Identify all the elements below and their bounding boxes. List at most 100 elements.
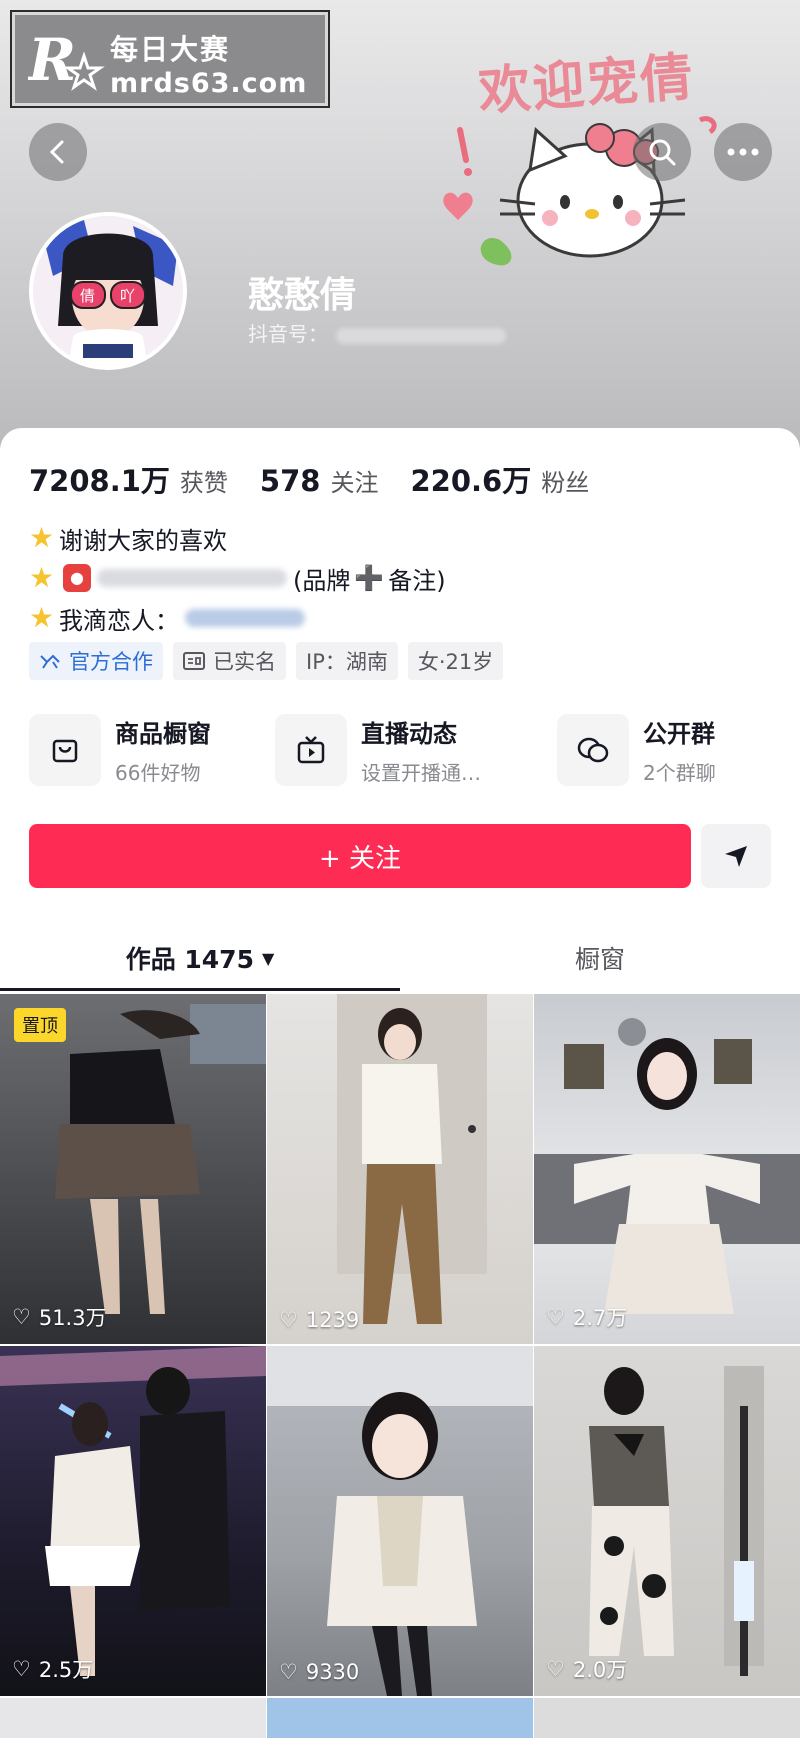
tag-label: 官方合作 <box>69 650 153 674</box>
follow-button[interactable]: + 关注 <box>29 824 691 888</box>
blurred-mention-link[interactable] <box>185 609 305 627</box>
bio-line-2: ★ ● (品牌 ➕ 备注) <box>29 558 446 598</box>
watermark: R 每日大赛 mrds63.com <box>10 10 330 108</box>
red-app-icon: ● <box>63 564 91 592</box>
tab-works[interactable]: 作品 1475 ▼ <box>0 922 400 994</box>
thumbnail-image <box>267 1346 533 1696</box>
ip-location-tag: IP：湖南 <box>296 642 398 680</box>
pinned-badge: 置顶 <box>14 1008 66 1042</box>
official-cooperation-tag[interactable]: 官方合作 <box>29 642 163 680</box>
likes-count: 7208.1万 <box>29 464 170 498</box>
feature-entries: 商品橱窗 66件好物 直播动态 设置开播通… 公开群 2个群聊 <box>29 712 771 788</box>
video-thumbnail[interactable]: ♡ 2.7万 <box>534 994 800 1344</box>
profile-tags: 官方合作 已实名 IP：湖南 女·21岁 <box>29 642 504 680</box>
hello-kitty-illustration <box>443 116 717 266</box>
thumbnail-image <box>534 1018 800 1314</box>
avatar-illustration: 倩 吖 <box>33 216 183 366</box>
heart-outline-icon: ♡ <box>546 1305 565 1329</box>
video-thumbnail[interactable] <box>534 1698 800 1738</box>
heart-outline-icon: ♡ <box>546 1657 565 1681</box>
back-button[interactable] <box>29 123 87 181</box>
shop-window-entry[interactable]: 商品橱窗 66件好物 <box>29 712 211 788</box>
star-emoji-icon: ★ <box>29 601 55 634</box>
video-thumbnail[interactable]: 置顶 ♡ 51.3万 <box>0 994 266 1344</box>
blurred-contact <box>97 569 287 587</box>
feature-title: 商品橱窗 <box>115 720 211 748</box>
followers-count[interactable]: 220.6万 <box>410 458 531 500</box>
video-thumbnail[interactable] <box>267 1698 533 1738</box>
gender-age-tag: 女·21岁 <box>407 642 504 680</box>
following-count[interactable]: 578 <box>260 464 321 498</box>
chevron-left-icon <box>49 140 64 164</box>
douyin-id-blurred <box>336 327 506 344</box>
bag-icon <box>29 714 101 786</box>
video-thumbnail[interactable]: ♡ 9330 <box>267 1346 533 1696</box>
watermark-url: mrds63.com <box>110 68 308 99</box>
avatar[interactable]: 倩 吖 <box>29 212 187 370</box>
bio-text-2-end: 备注) <box>388 566 446 595</box>
share-button[interactable] <box>701 824 771 888</box>
likes-count: 51.3万 <box>38 1306 107 1330</box>
more-options-button[interactable] <box>714 123 772 181</box>
live-updates-entry[interactable]: 直播动态 设置开播通… <box>275 712 481 788</box>
likes-count: 2.7万 <box>572 1306 628 1330</box>
video-thumbnail[interactable]: ♡ 1239 <box>267 994 533 1344</box>
following-label[interactable]: 关注 <box>330 463 378 498</box>
bio-text-2-suffix: (品牌 <box>293 566 351 595</box>
video-likes: ♡ 9330 <box>279 1660 359 1684</box>
likes-count: 2.0万 <box>572 1658 628 1682</box>
thumbnail-image <box>0 1346 266 1676</box>
caret-down-icon: ▼ <box>261 948 275 968</box>
bio-text-3: 我滴恋人： <box>59 606 179 635</box>
video-thumbnail[interactable]: ♡ 2.5万 <box>0 1346 266 1696</box>
avatar-badge-left: 倩 <box>80 287 95 305</box>
thumbnail-image <box>55 1004 266 1314</box>
likes-count: 2.5万 <box>38 1658 94 1682</box>
tag-label: IP：湖南 <box>306 650 388 674</box>
feature-subtitle: 2个群聊 <box>643 761 716 785</box>
likes-label: 获赞 <box>179 469 228 497</box>
likes-count: 1239 <box>305 1308 360 1332</box>
public-group-entry[interactable]: 公开群 2个群聊 <box>557 712 716 788</box>
douyin-id-label: 抖音号： <box>248 322 328 346</box>
bio-text-1: 谢谢大家的喜欢 <box>59 526 227 555</box>
verified-name-tag: 已实名 <box>173 642 286 680</box>
followers-label[interactable]: 粉丝 <box>541 463 589 498</box>
likes-count: 9330 <box>305 1660 360 1684</box>
tag-label: 已实名 <box>213 650 276 674</box>
video-likes: ♡ 2.0万 <box>546 1654 627 1684</box>
tab-active-indicator <box>0 988 400 991</box>
profile-banner: 欢迎宠倩 R 每日大赛 mrds63.com 倩 吖 憨憨倩 抖音号： <box>0 0 800 460</box>
svg-text:R: R <box>28 26 76 94</box>
video-thumbnail[interactable]: ♡ 2.0万 <box>534 1346 800 1696</box>
heart-outline-icon: ♡ <box>12 1305 31 1329</box>
tv-icon <box>275 714 347 786</box>
stats-row: 7208.1万 获赞 578 关注 220.6万 粉丝 <box>29 458 621 500</box>
thumbnail-image <box>589 1366 764 1676</box>
watermark-title: 每日大赛 <box>110 33 231 66</box>
search-icon <box>649 139 676 166</box>
video-likes: ♡ 2.7万 <box>546 1302 627 1332</box>
feature-title: 公开群 <box>643 720 715 748</box>
bio: ★ 谢谢大家的喜欢 ★ ● (品牌 ➕ 备注) ★ 我滴恋人： <box>29 518 446 638</box>
feature-subtitle: 66件好物 <box>115 761 201 785</box>
video-likes: ♡ 1239 <box>279 1308 359 1332</box>
video-thumbnail[interactable] <box>0 1698 266 1738</box>
heart-outline-icon: ♡ <box>279 1308 298 1332</box>
avatar-badge-right: 吖 <box>120 287 135 305</box>
bio-line-3: ★ 我滴恋人： <box>29 598 446 638</box>
tab-showcase[interactable]: 橱窗 <box>400 922 800 994</box>
search-button[interactable] <box>633 123 691 181</box>
content-tabs: 作品 1475 ▼ 橱窗 <box>0 922 800 994</box>
douyin-id: 抖音号： <box>248 318 506 347</box>
handshake-icon <box>40 654 60 669</box>
thumbnail-image <box>337 994 487 1324</box>
chat-icon <box>557 714 629 786</box>
star-emoji-icon: ★ <box>29 521 55 554</box>
feature-title: 直播动态 <box>361 720 457 748</box>
star-emoji-icon: ★ <box>29 561 55 594</box>
tab-works-label: 作品 1475 <box>125 945 254 974</box>
send-arrow-icon <box>725 846 747 867</box>
id-card-icon <box>183 652 205 670</box>
plus-emoji-icon: ➕ <box>354 564 385 592</box>
